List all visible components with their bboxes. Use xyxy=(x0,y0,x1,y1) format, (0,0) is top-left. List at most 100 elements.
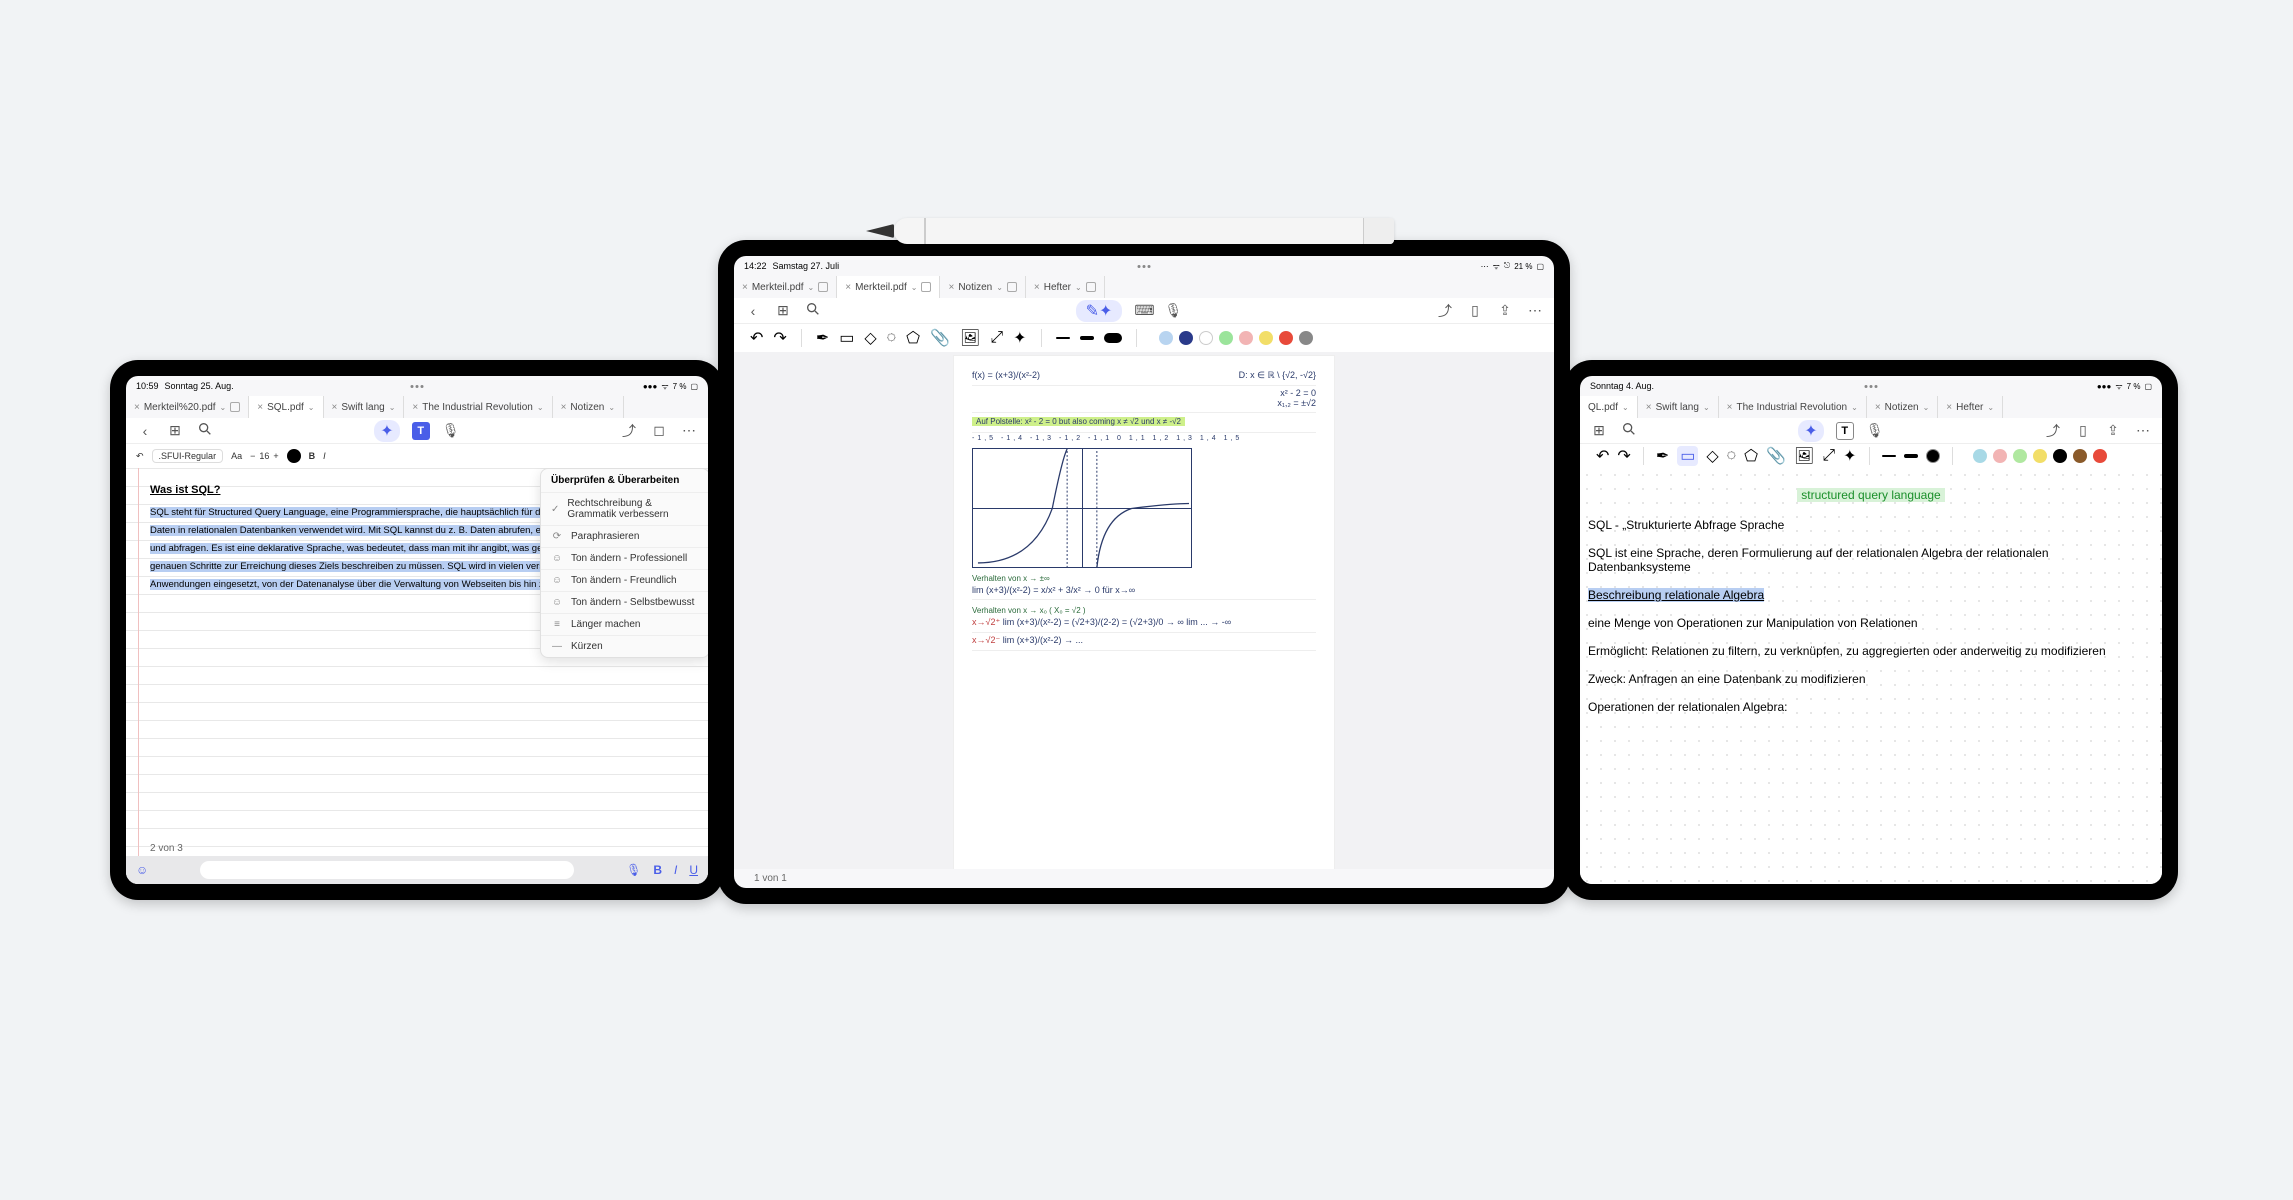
ruler-icon[interactable]: ✦ xyxy=(1843,446,1856,466)
font-picker[interactable]: .SFUI-Regular xyxy=(152,449,224,463)
tab-industrial[interactable]: ×The Industrial Revolution⌄ xyxy=(404,396,552,418)
link-icon[interactable]: ⤢ xyxy=(1822,447,1835,465)
tab-notizen[interactable]: ×Notizen⌄ xyxy=(1867,396,1938,418)
pen-tool-icon[interactable]: ✒ xyxy=(816,328,829,348)
stroke-thin[interactable] xyxy=(1882,455,1896,457)
stroke-fill[interactable] xyxy=(1104,333,1122,343)
ai-draw-icon[interactable]: ✎✦ xyxy=(1076,300,1123,322)
search-icon[interactable] xyxy=(196,421,214,440)
image-icon[interactable]: 🖼 xyxy=(1794,446,1814,466)
grid-icon[interactable]: ⊞ xyxy=(1590,422,1608,439)
share-icon[interactable]: ⤴ xyxy=(620,421,638,441)
export-icon[interactable]: ⤴ xyxy=(1436,301,1454,321)
color-pink[interactable] xyxy=(1239,331,1253,345)
emoji-icon[interactable]: ☺ xyxy=(136,863,148,877)
eraser-icon[interactable]: ◇ xyxy=(1706,446,1718,466)
undo-icon[interactable]: ↶ xyxy=(750,328,763,348)
color-yellow[interactable] xyxy=(2033,449,2047,463)
tab-notizen[interactable]: ×Notizen⌄ xyxy=(940,276,1025,298)
shape-icon[interactable]: ⬠ xyxy=(1744,446,1758,466)
tab-swift[interactable]: ×Swift lang⌄ xyxy=(324,396,405,418)
stroke-thin[interactable] xyxy=(1056,337,1070,339)
color-green[interactable] xyxy=(1219,331,1233,345)
close-icon[interactable]: × xyxy=(1646,402,1652,413)
tab-merkteil-active[interactable]: ×Merkteil.pdf⌄ xyxy=(837,276,940,298)
color-cyan[interactable] xyxy=(1973,449,1987,463)
menu-item-tone-friendly[interactable]: ☺Ton ändern - Freundlich xyxy=(541,569,708,591)
close-icon[interactable]: × xyxy=(257,402,263,413)
text-mode-button[interactable]: T xyxy=(1836,422,1854,440)
redo-icon[interactable]: ↷ xyxy=(773,328,786,348)
menu-item-shorten[interactable]: —Kürzen xyxy=(541,635,708,657)
text-mode-button[interactable]: T xyxy=(412,422,430,440)
ruler-icon[interactable]: ✦ xyxy=(1013,328,1026,348)
link-icon[interactable]: ⤢ xyxy=(990,329,1003,347)
tab-sql[interactable]: ×SQL.pdf⌄ xyxy=(249,396,323,418)
close-icon[interactable]: × xyxy=(561,402,567,413)
close-icon[interactable]: × xyxy=(1727,402,1733,413)
grid-icon[interactable]: ⊞ xyxy=(774,302,792,319)
bold-button[interactable]: B xyxy=(309,451,316,461)
tab-merkteil20[interactable]: ×Merkteil%20.pdf⌄ xyxy=(126,396,249,418)
close-icon[interactable]: × xyxy=(332,402,338,413)
close-icon[interactable]: × xyxy=(948,282,954,293)
menu-item-tone-confident[interactable]: ☺Ton ändern - Selbstbewusst xyxy=(541,591,708,613)
mic-icon[interactable]: 🎙 xyxy=(442,422,460,439)
tab-swift[interactable]: ×Swift lang⌄ xyxy=(1638,396,1719,418)
undo-icon[interactable]: ↶ xyxy=(136,451,144,462)
menu-item-spellcheck[interactable]: ✓Rechtschreibung & Grammatik verbessern xyxy=(541,492,708,525)
color-red[interactable] xyxy=(2093,449,2107,463)
kbd-pill[interactable] xyxy=(200,861,574,879)
close-icon[interactable]: × xyxy=(134,402,140,413)
close-icon[interactable]: × xyxy=(742,282,748,293)
back-icon[interactable]: ‹ xyxy=(744,303,762,319)
close-icon[interactable]: × xyxy=(1034,282,1040,293)
highlighter-icon[interactable]: ▭ xyxy=(1677,446,1698,466)
underline-button[interactable]: U xyxy=(689,863,698,877)
tab-hefter[interactable]: ×Hefter⌄ xyxy=(1938,396,2003,418)
redo-icon[interactable]: ↷ xyxy=(1617,446,1630,466)
document[interactable]: structured query language SQL - „Struktu… xyxy=(1580,468,2162,884)
highlighter-icon[interactable]: ▭ xyxy=(839,328,854,348)
share-icon[interactable]: ⇪ xyxy=(2104,422,2122,439)
lasso-icon[interactable]: ◌ xyxy=(887,329,897,347)
clip-icon[interactable]: 📎 xyxy=(930,328,950,348)
tab-ql[interactable]: QL.pdf⌄ xyxy=(1580,396,1638,418)
color-black[interactable] xyxy=(2053,449,2067,463)
more-icon[interactable]: ⋯ xyxy=(680,422,698,439)
shape-icon[interactable]: ⬠ xyxy=(906,328,920,348)
keyboard-icon[interactable]: ⌨ xyxy=(1134,302,1152,319)
tab-notizen[interactable]: ×Notizen⌄ xyxy=(553,396,624,418)
clip-icon[interactable]: 📎 xyxy=(1766,446,1786,466)
color-yellow[interactable] xyxy=(1259,331,1273,345)
tab-merkteil[interactable]: ×Merkteil.pdf⌄ xyxy=(734,276,837,298)
color-pink[interactable] xyxy=(1993,449,2007,463)
search-icon[interactable] xyxy=(1620,421,1638,440)
tab-hefter[interactable]: ×Hefter⌄ xyxy=(1026,276,1105,298)
close-icon[interactable]: × xyxy=(1875,402,1881,413)
bookmark-icon[interactable]: ▯ xyxy=(1466,302,1484,319)
color-green[interactable] xyxy=(2013,449,2027,463)
mic-icon[interactable]: 🎙 xyxy=(626,863,641,877)
stroke-thick[interactable] xyxy=(1080,336,1094,340)
text-style-button[interactable]: Aa xyxy=(231,451,242,461)
menu-item-lengthen[interactable]: ≡Länger machen xyxy=(541,613,708,635)
export-icon[interactable]: ⤴ xyxy=(2044,421,2062,441)
eraser-icon[interactable]: ◇ xyxy=(864,328,876,348)
document[interactable]: f(x) = (x+3)/(x²-2) D: x ∈ ℝ \ {√2, -√2}… xyxy=(734,352,1554,869)
color-swatch[interactable] xyxy=(287,449,301,463)
color-white[interactable] xyxy=(1199,331,1213,345)
ai-icon[interactable]: ✦ xyxy=(1798,420,1823,442)
close-icon[interactable]: × xyxy=(412,402,418,413)
color-navy[interactable] xyxy=(1179,331,1193,345)
font-size-stepper[interactable]: −16+ xyxy=(250,451,279,461)
menu-item-paraphrase[interactable]: ⟳Paraphrasieren xyxy=(541,525,708,547)
color-brown[interactable] xyxy=(2073,449,2087,463)
italic-button[interactable]: I xyxy=(674,863,677,877)
mic-icon[interactable]: 🎙 xyxy=(1164,302,1182,319)
tab-industrial[interactable]: ×The Industrial Revolution⌄ xyxy=(1719,396,1867,418)
ai-icon[interactable]: ✦ xyxy=(374,420,399,442)
mic-icon[interactable]: 🎙 xyxy=(1866,422,1884,439)
color-red[interactable] xyxy=(1279,331,1293,345)
image-icon[interactable]: 🖼 xyxy=(960,328,980,348)
